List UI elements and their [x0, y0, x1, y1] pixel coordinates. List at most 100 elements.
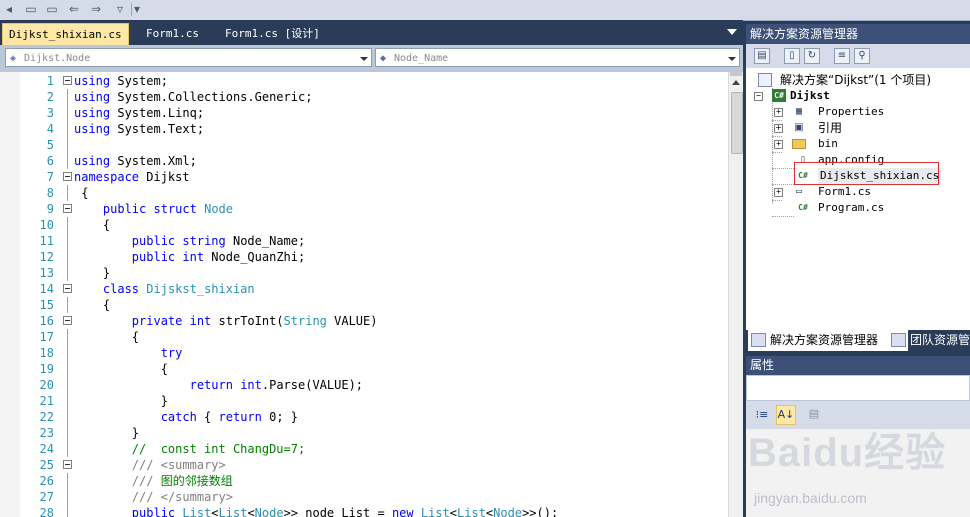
line-number: 2 [46, 90, 54, 104]
outline-guide [67, 217, 68, 233]
code-line[interactable]: 6 using System.Xml; [0, 153, 728, 169]
line-number: 5 [46, 138, 54, 152]
scroll-thumb[interactable] [731, 92, 743, 154]
type-combo[interactable]: ◈ Dijkst.Node [5, 48, 372, 67]
code-line[interactable]: 11 public string Node_Name; [0, 233, 728, 249]
code-line[interactable]: 7 namespace Dijkst [0, 169, 728, 185]
collapse-icon[interactable] [63, 316, 72, 325]
scroll-up-icon[interactable] [732, 80, 740, 85]
tab-list-dropdown-icon[interactable] [727, 29, 737, 35]
code-text: public List<List<Node>> node_List = new … [131, 506, 559, 517]
code-line[interactable]: 14 class Dijskst_shixian [0, 281, 728, 297]
code-line[interactable]: 13 } [0, 265, 728, 281]
alphabetical-icon[interactable]: A↓ [776, 405, 796, 425]
toolbar-icon-4[interactable]: ⇐ [65, 1, 83, 17]
code-text: return int.Parse(VALUE); [189, 378, 364, 392]
code-text: { [74, 362, 168, 376]
line-number: 26 [39, 474, 54, 488]
collapse-icon[interactable] [63, 204, 72, 213]
tab-dijkst-shixian[interactable]: Dijkst_shixian.cs [2, 23, 129, 46]
outline-guide [67, 409, 68, 425]
member-combo[interactable]: ◆ Node_Name [375, 48, 740, 67]
collapse-icon[interactable] [63, 460, 72, 469]
property-pages-icon[interactable]: ▤ [804, 405, 824, 425]
code-text: /// <summary> [131, 458, 226, 472]
code-line[interactable]: 1 using System; [0, 73, 728, 89]
properties-object-combo[interactable] [746, 375, 970, 401]
code-line[interactable]: 3 using System.Linq; [0, 105, 728, 121]
tree-connector [772, 200, 782, 202]
tree-connector [772, 168, 794, 170]
solution-explorer-toolbar: ▤ ▯ ↻ ≡ ⚲ [746, 44, 970, 68]
tab-team-explorer[interactable]: 团队资源管理器 [888, 330, 970, 351]
tab-solution-explorer[interactable]: 解决方案资源管理器 [748, 330, 908, 351]
line-number: 22 [39, 410, 54, 424]
expand-icon[interactable]: + [774, 188, 783, 197]
class-diagram-icon[interactable]: ⚲ [854, 48, 870, 64]
vertical-scrollbar[interactable] [728, 72, 743, 517]
type-combo-value: Dijkst.Node [24, 53, 91, 64]
code-line[interactable]: 28 public List<List<Node>> node_List = n… [0, 505, 728, 517]
code-line[interactable]: 15 { [0, 297, 728, 313]
code-line[interactable]: 26 /// 图的邻接数组 [0, 473, 728, 489]
code-line[interactable]: 10 { [0, 217, 728, 233]
code-line[interactable]: 16 private int strToInt(String VALUE) [0, 313, 728, 329]
code-line[interactable]: 17 { [0, 329, 728, 345]
toolbar-icon-3[interactable]: ▭ [43, 1, 61, 17]
expand-icon[interactable]: + [774, 124, 783, 133]
code-line[interactable]: 2 using System.Collections.Generic; [0, 89, 728, 105]
code-line[interactable]: 12 public int Node_QuanZhi; [0, 249, 728, 265]
code-line[interactable]: 8 { [0, 185, 728, 201]
code-line[interactable]: 5 [0, 137, 728, 153]
categorized-icon[interactable]: ⁝≡ [752, 405, 772, 425]
show-all-files-icon[interactable]: ▯ [784, 48, 800, 64]
code-line[interactable]: 21 } [0, 393, 728, 409]
collapse-icon[interactable] [63, 76, 72, 85]
collapse-icon[interactable] [63, 172, 72, 181]
code-line[interactable]: 25 /// <summary> [0, 457, 728, 473]
tab-form1-code[interactable]: Form1.cs [140, 23, 205, 45]
code-line[interactable]: 24 // const int ChangDu=7; [0, 441, 728, 457]
code-line[interactable]: 23 } [0, 425, 728, 441]
code-text: using System.Text; [74, 122, 205, 136]
code-text-area[interactable]: 1 using System; 2 using System.Collections.… [0, 72, 728, 517]
line-number: 1 [46, 74, 54, 88]
code-line[interactable]: 9 public struct Node [0, 201, 728, 217]
properties-icon[interactable]: ▤ [754, 48, 770, 64]
line-number: 18 [39, 346, 54, 360]
tree-item-label: 引用 [818, 121, 843, 135]
line-number: 21 [39, 394, 54, 408]
tree-project-label: Dijkst [790, 89, 830, 102]
code-line[interactable]: 4 using System.Text; [0, 121, 728, 137]
code-line[interactable]: 18 try [0, 345, 728, 361]
field-icon: ◆ [380, 53, 387, 64]
navigate-back-icon[interactable]: ◂ [0, 1, 18, 17]
toolbar-icon-6[interactable]: ▿ [111, 1, 129, 17]
code-text: { [74, 218, 111, 232]
code-text: public string Node_Name; [131, 234, 306, 248]
tab-form1-design[interactable]: Form1.cs [设计] [219, 23, 326, 45]
code-line[interactable]: 22 catch { return 0; } [0, 409, 728, 425]
collapse-icon[interactable] [63, 284, 72, 293]
line-number: 6 [46, 154, 54, 168]
properties-grid [746, 429, 970, 517]
line-number: 16 [39, 314, 54, 328]
line-number: 20 [39, 378, 54, 392]
references-icon: ▣ [794, 122, 804, 133]
outline-guide [67, 329, 68, 345]
refresh-icon[interactable]: ↻ [804, 48, 820, 64]
line-number: 28 [39, 506, 54, 517]
view-code-icon[interactable]: ≡ [834, 48, 850, 64]
code-line[interactable]: 19 { [0, 361, 728, 377]
toolbar-icon-5[interactable]: ⇒ [87, 1, 105, 17]
toolbar-overflow-icon[interactable]: ▾ [132, 1, 142, 17]
collapse-icon[interactable]: − [754, 92, 763, 101]
splitter-handle[interactable] [730, 72, 742, 76]
code-editor: Dijkst_shixian.cs Form1.cs Form1.cs [设计]… [0, 20, 743, 517]
code-line[interactable]: 20 return int.Parse(VALUE); [0, 377, 728, 393]
expand-icon[interactable]: + [774, 108, 783, 117]
line-number: 17 [39, 330, 54, 344]
expand-icon[interactable]: + [774, 140, 783, 149]
toolbar-icon-2[interactable]: ▭ [22, 1, 40, 17]
code-line[interactable]: 27 /// </summary> [0, 489, 728, 505]
